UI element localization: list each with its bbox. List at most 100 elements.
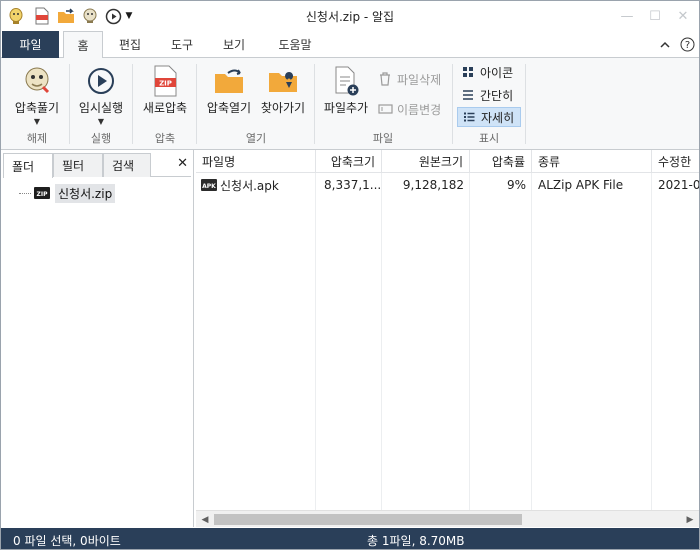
group-label-file: 파일 <box>372 132 394 145</box>
ribbon-separator <box>69 64 70 144</box>
ribbon-separator <box>525 64 526 144</box>
svg-text:ZIP: ZIP <box>37 191 49 198</box>
detail-list-icon <box>461 109 477 125</box>
tab-edit[interactable]: 편집 <box>109 31 151 58</box>
zip-file-icon: ZIP <box>148 64 182 98</box>
close-button[interactable]: ✕ <box>669 5 697 27</box>
extract-dropdown-icon[interactable]: ▼ <box>34 118 40 126</box>
svg-text:APK: APK <box>202 183 216 190</box>
horizontal-scrollbar[interactable]: ◀ ▶ <box>196 510 699 527</box>
temp-run-label: 임시실행 <box>78 101 124 115</box>
ribbon-separator <box>452 64 453 144</box>
tab-help[interactable]: 도움말 <box>267 31 323 58</box>
new-zip-button[interactable]: ZIP 새로압축 <box>137 64 193 116</box>
group-label-display: 표시 <box>478 132 500 145</box>
cell-name: APK 신청서.apk <box>196 174 316 196</box>
rename-label: 이름변경 <box>397 102 442 117</box>
open-zip-button[interactable]: 압축열기 <box>201 64 257 116</box>
app-window: ▼ 신청서.zip - 알집 — ☐ ✕ 파일 홈 편집 도구 보기 도움말 ?… <box>0 0 700 550</box>
find-button[interactable]: 찾아가기 <box>255 64 311 116</box>
help-icon[interactable]: ? <box>677 35 697 53</box>
ribbon-separator <box>196 64 197 144</box>
extract-icon <box>20 64 54 98</box>
view-simple-button[interactable]: 간단히 <box>457 85 521 105</box>
tab-view[interactable]: 보기 <box>213 31 255 58</box>
view-detail-button[interactable]: 자세히 <box>457 107 521 127</box>
column-name-label: 파일명 <box>202 155 236 169</box>
scroll-left-icon[interactable]: ◀ <box>197 512 213 527</box>
column-header-name[interactable]: 파일명 ^ <box>196 150 316 173</box>
column-divider <box>531 173 532 510</box>
ribbon-panel: 압축풀기 ▼ 해제 임시실행 ▼ 실행 ZIP 새로압축 압축 압축열기 찾아가… <box>1 58 699 150</box>
open-zip-label: 압축열기 <box>206 101 252 115</box>
column-header-ratio[interactable]: 압축률 <box>470 150 532 173</box>
temp-run-button[interactable]: 임시실행 ▼ <box>73 64 129 126</box>
tree-item-zip[interactable]: ZIP 신청서.zip <box>19 183 116 203</box>
column-divider <box>651 173 652 510</box>
tab-home[interactable]: 홈 <box>63 31 103 59</box>
ribbon-separator <box>132 64 133 144</box>
tab-search[interactable]: 검색 <box>103 153 151 177</box>
scrollbar-thumb[interactable] <box>214 514 522 525</box>
tree-item-label: 신청서.zip <box>55 183 116 203</box>
window-title: 신청서.zip - 알집 <box>305 10 395 24</box>
left-panel-tabs: 폴더 필터 검색 ✕ <box>3 153 191 178</box>
new-zip-label: 새로압축 <box>142 101 188 115</box>
open-folder-icon <box>212 64 246 98</box>
trash-icon <box>377 71 393 87</box>
find-label: 찾아가기 <box>260 101 306 115</box>
delete-file-button[interactable]: 파일삭제 <box>374 69 441 89</box>
tab-file[interactable]: 파일 <box>2 31 59 58</box>
status-total: 총 1파일, 8.70MB <box>367 534 465 548</box>
status-selection: 0 파일 선택, 0바이트 <box>13 534 121 548</box>
column-header-original[interactable]: 원본크기 <box>382 150 470 173</box>
cell-modified: 2021-0 <box>658 178 699 192</box>
maximize-button[interactable]: ☐ <box>641 5 669 27</box>
file-list-header: 파일명 ^ 압축크기 원본크기 압축률 종류 수정한 <box>196 150 699 173</box>
svg-text:ZIP: ZIP <box>159 80 172 88</box>
tab-tools[interactable]: 도구 <box>161 31 203 58</box>
add-file-button[interactable]: 파일추가 <box>318 64 374 116</box>
view-icon-label: 아이콘 <box>480 65 514 80</box>
group-label-compress: 압축 <box>154 132 176 145</box>
svg-text:?: ? <box>684 40 689 51</box>
grid-icon <box>460 64 476 80</box>
ribbon-separator <box>314 64 315 144</box>
delete-file-label: 파일삭제 <box>397 72 442 87</box>
collapse-ribbon-icon[interactable] <box>655 35 675 53</box>
column-divider <box>381 173 382 510</box>
add-file-icon <box>329 64 363 98</box>
tab-filter[interactable]: 필터 <box>53 153 103 177</box>
scroll-right-icon[interactable]: ▶ <box>682 512 698 527</box>
temp-run-dropdown-icon[interactable]: ▼ <box>98 118 104 126</box>
group-label-extract: 해제 <box>26 132 48 145</box>
status-bar: 0 파일 선택, 0바이트 총 1파일, 8.70MB <box>1 528 699 549</box>
cell-packed: 8,337,1... <box>324 178 382 192</box>
add-file-label: 파일추가 <box>323 101 369 115</box>
close-panel-icon[interactable]: ✕ <box>177 156 188 171</box>
sort-ascending-icon: ^ <box>250 150 258 156</box>
file-list: 파일명 ^ 압축크기 원본크기 압축률 종류 수정한 APK 신청서.apk 8… <box>196 150 699 527</box>
rename-icon <box>377 101 393 117</box>
group-label-open: 열기 <box>245 132 267 145</box>
group-label-run: 실행 <box>90 132 112 145</box>
table-row[interactable]: APK 신청서.apk 8,337,1... 9,128,182 9% ALZi… <box>196 174 699 196</box>
cell-type: ALZip APK File <box>538 178 624 192</box>
left-panel: 폴더 필터 검색 ✕ ZIP 신청서.zip <box>1 150 194 527</box>
play-icon <box>84 64 118 98</box>
extract-button[interactable]: 압축풀기 ▼ <box>9 64 65 126</box>
title-bar: ▼ 신청서.zip - 알집 — ☐ ✕ <box>1 1 699 31</box>
cell-original: 9,128,182 <box>402 178 464 192</box>
column-header-packed[interactable]: 압축크기 <box>316 150 382 173</box>
rename-button[interactable]: 이름변경 <box>374 99 441 119</box>
tab-folder[interactable]: 폴더 <box>3 153 53 178</box>
column-header-modified[interactable]: 수정한 <box>652 150 699 173</box>
tree-connector <box>19 192 31 194</box>
view-icon-button[interactable]: 아이콘 <box>457 62 521 82</box>
locate-folder-icon <box>266 64 300 98</box>
extract-label: 압축풀기 <box>14 101 60 115</box>
list-icon <box>460 87 476 103</box>
column-divider <box>315 173 316 510</box>
minimize-button[interactable]: — <box>613 5 641 27</box>
column-header-type[interactable]: 종류 <box>532 150 652 173</box>
